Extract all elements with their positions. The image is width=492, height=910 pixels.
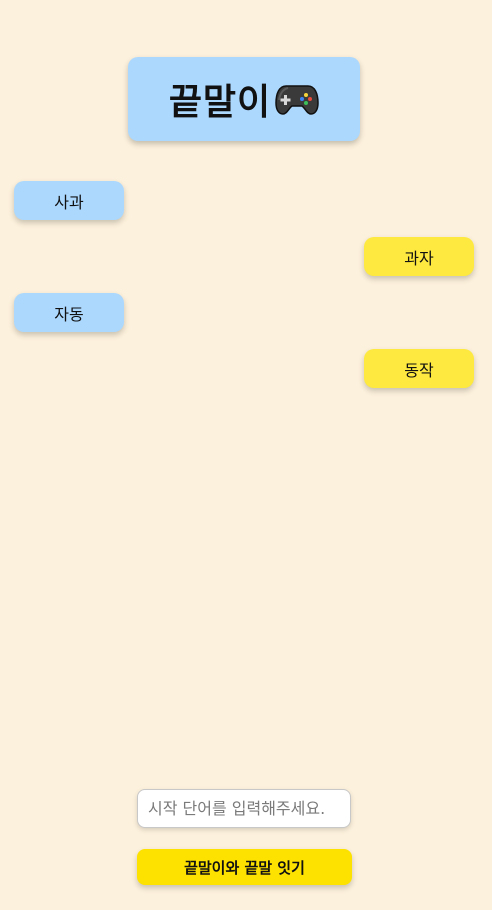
submit-button[interactable]: 끝말이와 끝말 잇기 — [137, 849, 352, 885]
chat-message-text: 동작 — [404, 360, 434, 380]
chat-bubble-user: 자동 — [14, 293, 124, 332]
chat-bubble-bot: 동작 — [364, 349, 474, 388]
page-title: 끝말이 — [168, 82, 272, 123]
chat-message-text: 사과 — [54, 192, 84, 212]
title-card: 끝말이 — [128, 57, 360, 141]
chat-bubble-bot: 과자 — [364, 237, 474, 276]
gamepad-icon — [275, 82, 319, 116]
chat-bubble-user: 사과 — [14, 181, 124, 220]
chat-message-text: 자동 — [54, 304, 84, 324]
chat-message-text: 과자 — [404, 248, 434, 268]
word-input[interactable] — [137, 789, 351, 828]
